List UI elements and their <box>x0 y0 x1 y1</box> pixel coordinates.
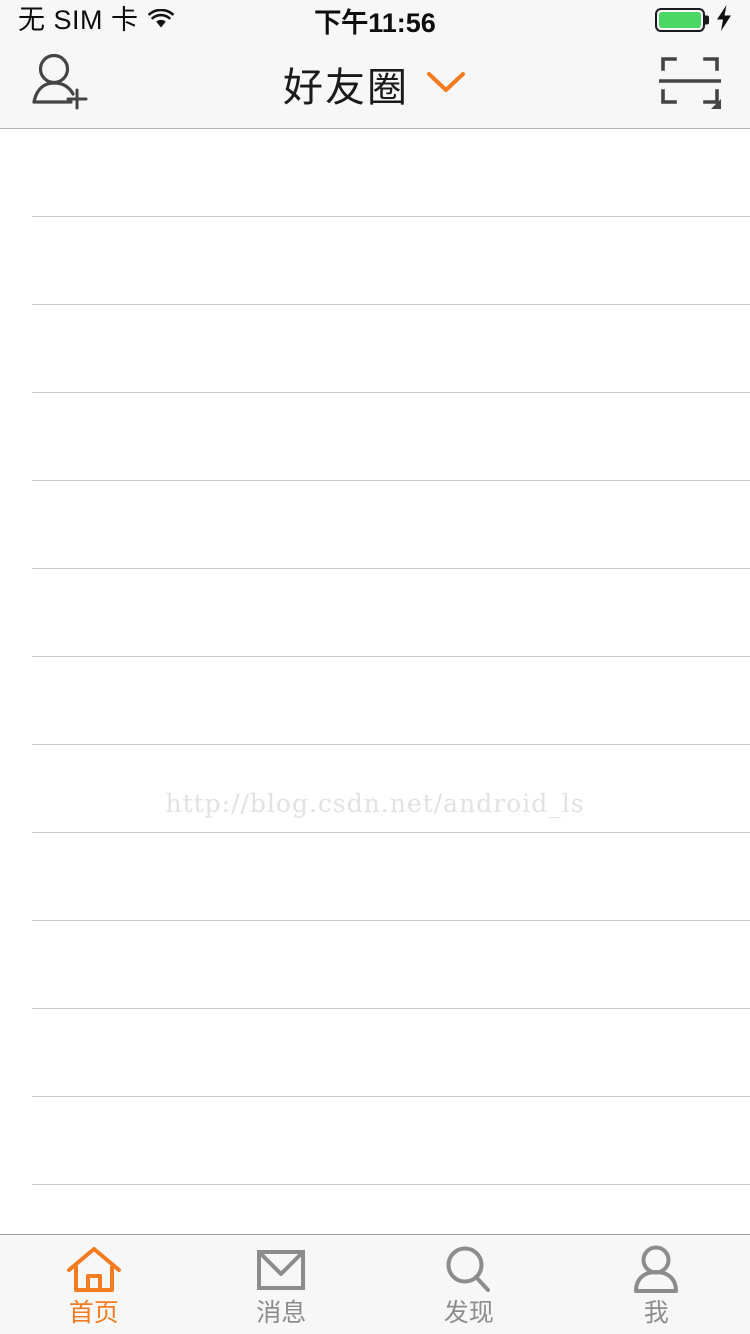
tab-home[interactable]: 首页 <box>0 1235 188 1334</box>
tab-discover[interactable]: 发现 <box>375 1235 563 1334</box>
navigation-bar: 好友圈 <box>0 40 750 129</box>
app-root: 无 SIM 卡 下午11:56 好友圈 http://blog.csdn.net… <box>0 0 750 1334</box>
list-item[interactable] <box>32 569 750 657</box>
tab-profile-label: 我 <box>643 1298 669 1327</box>
envelope-icon <box>256 1244 306 1296</box>
status-bar-right <box>655 4 732 36</box>
wifi-icon <box>147 7 174 34</box>
list-item[interactable] <box>32 305 750 393</box>
nav-title-group[interactable]: 好友圈 <box>0 40 750 128</box>
feed-list[interactable]: http://blog.csdn.net/android_ls <box>0 129 750 1234</box>
list-item[interactable] <box>32 129 750 217</box>
list-item[interactable] <box>32 1097 750 1185</box>
feed-rows-container <box>0 129 750 1185</box>
list-item[interactable] <box>32 217 750 305</box>
carrier-label: 无 SIM 卡 <box>18 4 139 35</box>
status-bar-time: 下午11:56 <box>314 7 436 38</box>
list-item[interactable] <box>32 745 750 833</box>
lightning-bolt-icon <box>716 4 732 36</box>
list-item[interactable] <box>32 393 750 481</box>
bottom-tab-bar: 首页 消息 发现 我 <box>0 1234 750 1334</box>
home-icon <box>66 1244 122 1296</box>
list-item[interactable] <box>32 833 750 921</box>
battery-icon <box>655 8 709 32</box>
status-bar-left: 无 SIM 卡 <box>18 4 174 35</box>
page-title: 好友圈 <box>283 65 409 111</box>
status-bar: 无 SIM 卡 下午11:56 <box>0 0 750 40</box>
chevron-down-icon[interactable] <box>425 69 467 100</box>
magnifier-icon <box>443 1244 495 1296</box>
tab-home-label: 首页 <box>68 1298 119 1327</box>
tab-profile[interactable]: 我 <box>563 1235 750 1334</box>
list-item[interactable] <box>32 481 750 569</box>
tab-messages-label: 消息 <box>256 1298 307 1327</box>
list-item[interactable] <box>32 921 750 1009</box>
tab-discover-label: 发现 <box>443 1298 494 1327</box>
person-icon <box>630 1244 682 1296</box>
list-item[interactable] <box>32 1009 750 1097</box>
tab-messages[interactable]: 消息 <box>188 1235 376 1334</box>
list-item[interactable] <box>32 657 750 745</box>
